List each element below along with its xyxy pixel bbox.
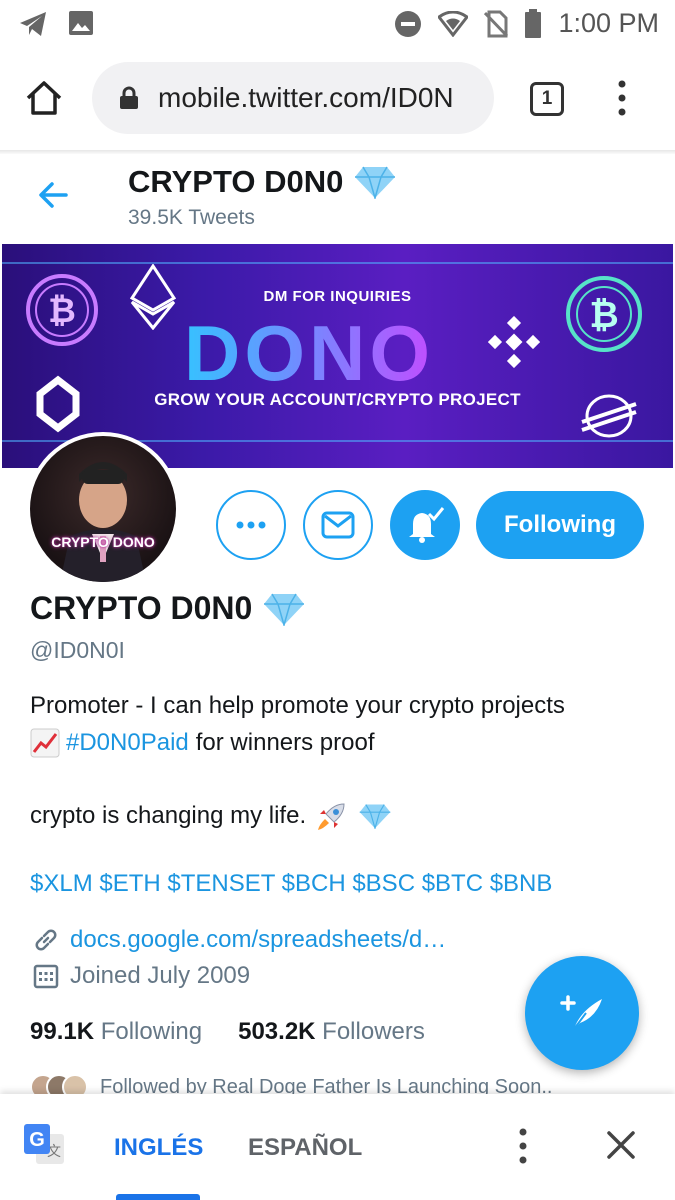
header-name-text: CRYPTO D0N0 — [128, 164, 344, 199]
rocket-icon — [318, 803, 345, 830]
header-tweet-count: 39.5K Tweets — [128, 206, 255, 229]
followers-count: 503.2K — [238, 1018, 316, 1045]
website-link[interactable]: docs.google.com/spreadsheets/d… — [70, 926, 446, 954]
joined-text: Joined July 2009 — [70, 962, 251, 989]
bitcoin-icon-right: ₿ — [566, 276, 642, 352]
following-button[interactable]: Following — [476, 491, 644, 559]
bio-line-2-text: for winners proof — [195, 729, 375, 756]
bell-check-icon — [409, 507, 445, 543]
banner-title: DONO — [184, 309, 434, 397]
hashtag-link[interactable]: #D0N0Paid — [66, 729, 189, 757]
svg-text:G: G — [29, 1129, 45, 1151]
profile-name-text: CRYPTO D0N0 — [30, 590, 253, 626]
followers-stat[interactable]: 503.2K Followers — [238, 1018, 425, 1046]
link-icon — [35, 929, 57, 951]
close-icon[interactable] — [606, 1130, 636, 1160]
language-spanish-tab[interactable]: ESPAÑOL — [248, 1134, 362, 1162]
binance-icon — [488, 316, 540, 368]
do-not-disturb-icon — [395, 10, 422, 37]
profile-joined: Joined July 2009 — [32, 962, 250, 990]
translate-bar: 文G INGLÉS ESPAÑOL — [0, 1094, 675, 1200]
image-icon — [69, 11, 93, 35]
more-dots-icon — [236, 521, 266, 529]
diamond-icon — [355, 166, 396, 199]
telegram-icon — [20, 12, 46, 36]
avatar[interactable]: CRYPTO DONO — [26, 432, 180, 586]
calendar-icon — [33, 964, 59, 989]
google-translate-icon: 文G — [24, 1124, 64, 1164]
bio-line-3-text: crypto is changing my life. — [30, 802, 307, 829]
profile-website[interactable]: docs.google.com/spreadsheets/d… — [32, 926, 446, 954]
url-bar[interactable]: mobile.twitter.com/ID0N — [92, 62, 494, 134]
more-options-button[interactable] — [216, 490, 286, 560]
banner-top-text: DM FOR INQUIRIES — [263, 288, 412, 305]
compose-tweet-button[interactable] — [525, 956, 639, 1070]
following-label: Following — [100, 1018, 203, 1045]
back-arrow-icon[interactable] — [36, 178, 70, 212]
compose-feather-icon — [560, 995, 602, 1030]
avatar-label: CRYPTO DONO — [51, 534, 155, 550]
lock-icon — [120, 86, 138, 109]
wifi-icon — [438, 10, 469, 37]
header-name: CRYPTO D0N0 — [128, 164, 397, 200]
profile-name: CRYPTO D0N0 — [30, 590, 306, 627]
toolbar-divider — [0, 150, 675, 154]
translate-menu-icon[interactable] — [516, 1126, 530, 1166]
diamond-icon — [359, 804, 391, 829]
menu-dots-icon[interactable] — [615, 78, 629, 118]
chart-increasing-icon — [30, 728, 60, 758]
no-sim-icon — [484, 10, 509, 37]
notifications-button[interactable] — [390, 490, 460, 560]
profile-handle: @ID0N0I — [30, 637, 125, 663]
status-bar: 1:00 PM — [0, 0, 675, 48]
tab-switcher-button[interactable]: 1 — [530, 82, 564, 116]
following-stat[interactable]: 99.1K Following — [30, 1018, 202, 1046]
avatar-figure — [60, 462, 146, 582]
banner-bottom-text: GROW YOUR ACCOUNT/CRYPTO PROJECT — [154, 390, 521, 409]
url-text: mobile.twitter.com/ID0N — [158, 82, 454, 113]
cashtags[interactable]: $XLM $ETH $TENSET $BCH $BSC $BTC $BNB — [30, 870, 552, 898]
follow-stats: 99.1K Following 503.2K Followers — [30, 1018, 425, 1046]
status-time: 1:00 PM — [558, 8, 659, 38]
bitcoin-icon: ₿ — [26, 274, 98, 346]
browser-toolbar: mobile.twitter.com/ID0N 1 — [0, 48, 675, 150]
home-icon[interactable] — [24, 78, 64, 118]
envelope-icon — [321, 511, 355, 539]
bio-line-1: Promoter - I can help promote your crypt… — [30, 692, 565, 719]
followers-label: Followers — [322, 1018, 425, 1045]
language-english-tab[interactable]: INGLÉS — [114, 1134, 203, 1162]
bio-line-3: crypto is changing my life. — [30, 800, 392, 832]
battery-icon — [525, 8, 542, 38]
message-button[interactable] — [303, 490, 373, 560]
following-count: 99.1K — [30, 1018, 95, 1045]
diamond-icon — [264, 593, 305, 626]
avatar-image: CRYPTO DONO — [30, 436, 176, 582]
bio-line-2: #D0N0Paid for winners proof — [30, 728, 375, 758]
active-language-indicator — [116, 1194, 200, 1200]
